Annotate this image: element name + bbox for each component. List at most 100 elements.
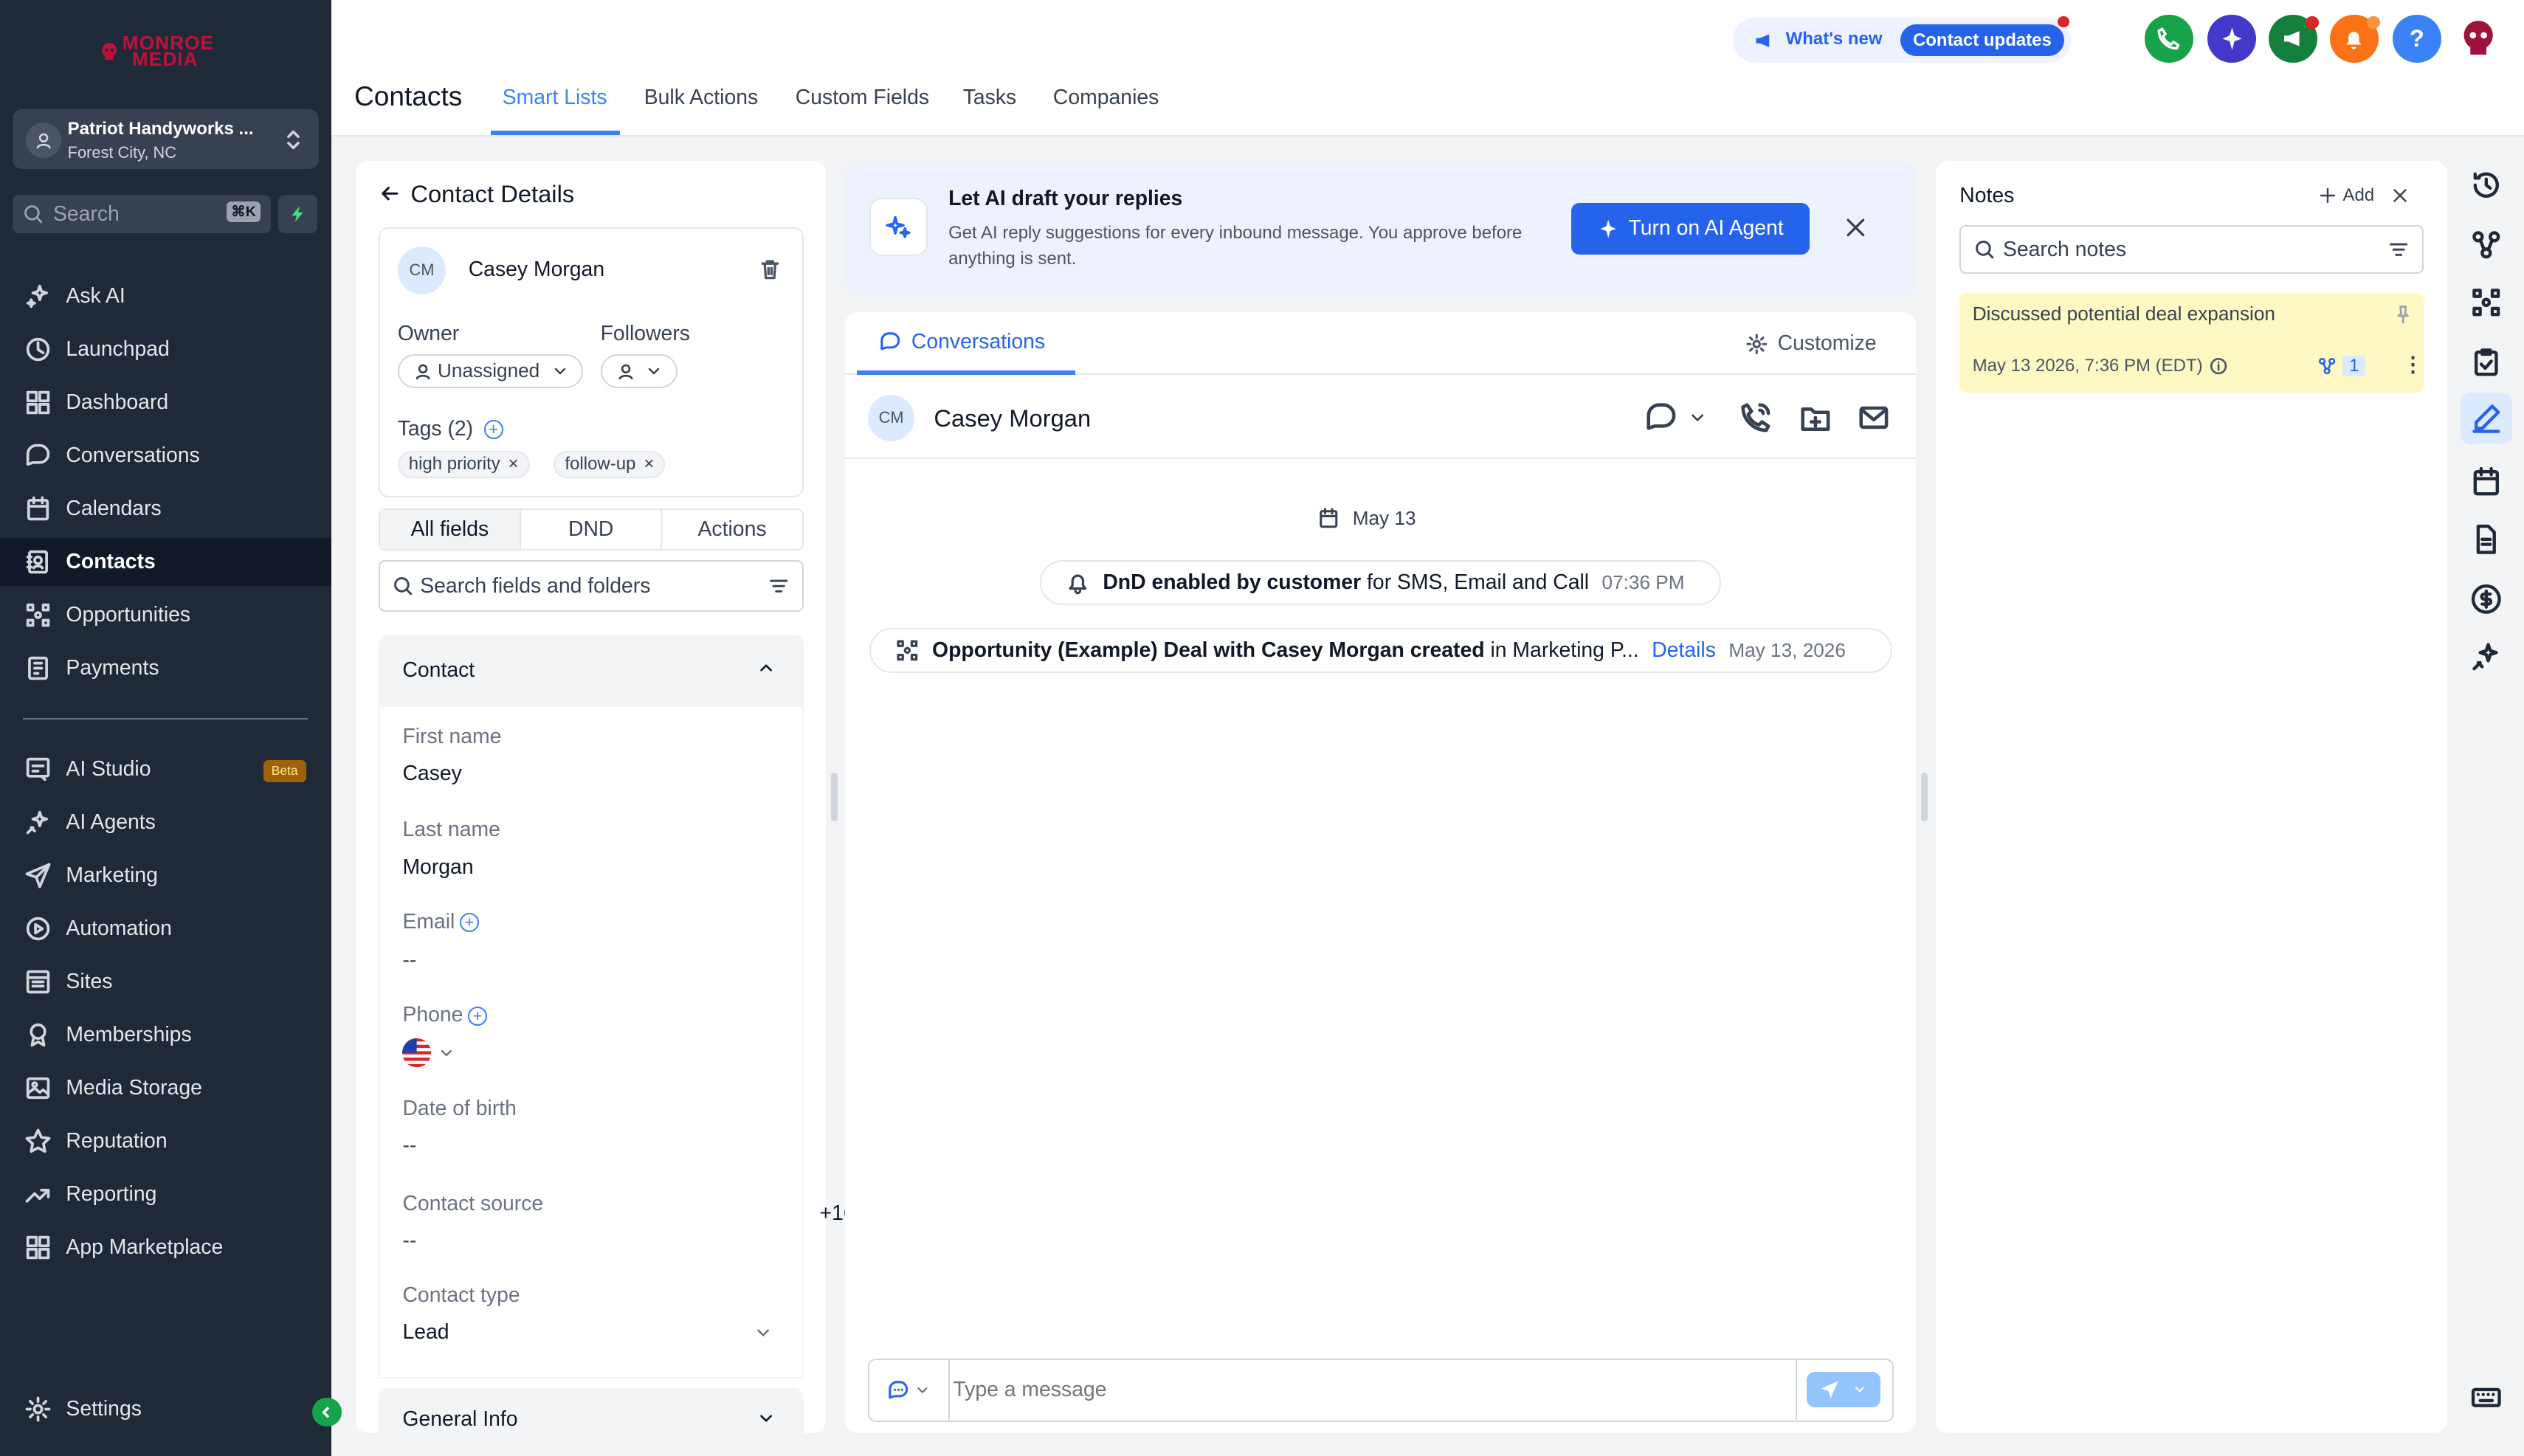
sidebar-item-app-marketplace[interactable]: App Marketplace bbox=[0, 1224, 331, 1272]
sidebar-item-payments[interactable]: Payments bbox=[0, 644, 331, 692]
resize-handle[interactable] bbox=[1920, 773, 1928, 821]
composer-channel-select[interactable] bbox=[869, 1360, 951, 1421]
tab-companies[interactable]: Companies bbox=[1053, 86, 1159, 110]
email-icon[interactable] bbox=[1857, 401, 1891, 435]
dollar-icon[interactable] bbox=[2470, 583, 2503, 615]
resize-handle[interactable] bbox=[830, 773, 838, 821]
contact-details-panel: Contact Details CM Casey Morgan Owner Fo… bbox=[356, 161, 1123, 1433]
collapse-sidebar-button[interactable] bbox=[312, 1397, 342, 1427]
call-icon[interactable] bbox=[1739, 401, 1773, 435]
filter-icon[interactable] bbox=[2388, 239, 2409, 260]
help-button[interactable]: ? bbox=[2393, 14, 2441, 63]
last-name-value[interactable]: Morgan bbox=[402, 855, 473, 880]
phone-button[interactable] bbox=[2145, 14, 2193, 63]
note-card[interactable]: Discussed potential deal expansion May 1… bbox=[1959, 293, 2424, 393]
more-options-icon[interactable]: ⋮ bbox=[2402, 354, 2423, 375]
sidebar-item-reputation[interactable]: Reputation bbox=[0, 1117, 331, 1165]
owner-label: Owner bbox=[397, 322, 460, 346]
contact-section-header[interactable]: Contact bbox=[378, 634, 804, 705]
tasks-icon[interactable] bbox=[2470, 346, 2503, 379]
workflow-icon[interactable] bbox=[2470, 229, 2503, 261]
brand-logo[interactable]: MONROE MEDIA bbox=[100, 33, 214, 69]
history-icon[interactable] bbox=[2470, 169, 2503, 201]
quick-action-button[interactable] bbox=[278, 194, 317, 234]
sidebar-item-opportunities[interactable]: Opportunities bbox=[0, 591, 331, 639]
opportunity-details-link[interactable]: Details bbox=[1652, 638, 1716, 663]
contact-updates-pill[interactable]: Contact updates bbox=[1900, 24, 2065, 57]
user-avatar[interactable] bbox=[2454, 14, 2503, 63]
sparkle-icon bbox=[2221, 27, 2242, 50]
sidebar-item-automation[interactable]: Automation bbox=[0, 905, 331, 953]
type-value[interactable]: Lead bbox=[402, 1320, 449, 1345]
ai-agents-icon[interactable] bbox=[2470, 641, 2503, 673]
chat-icon bbox=[26, 444, 49, 466]
opportunities-icon[interactable] bbox=[2470, 286, 2503, 319]
trash-icon[interactable] bbox=[758, 258, 782, 282]
filter-icon[interactable] bbox=[768, 576, 789, 596]
tab-smart-lists[interactable]: Smart Lists bbox=[503, 86, 607, 110]
calendar-icon[interactable] bbox=[2470, 466, 2503, 498]
folder-add-icon[interactable] bbox=[1799, 401, 1832, 435]
sidebar-item-marketing[interactable]: Marketing bbox=[0, 852, 331, 900]
sidebar-item-contacts[interactable]: Contacts bbox=[0, 537, 332, 587]
keyboard-icon[interactable] bbox=[2470, 1381, 2503, 1414]
sidebar-item-label: Calendars bbox=[66, 496, 162, 520]
sidebar-item-ai-studio[interactable]: AI Studio Beta bbox=[0, 745, 331, 793]
tab-bulk-actions[interactable]: Bulk Actions bbox=[644, 86, 758, 110]
sidebar-item-reporting[interactable]: Reporting bbox=[0, 1170, 331, 1218]
remove-tag-icon[interactable]: × bbox=[644, 454, 654, 475]
sidebar-item-dashboard[interactable]: Dashboard bbox=[0, 379, 331, 427]
tab-custom-fields[interactable]: Custom Fields bbox=[796, 86, 929, 110]
chevron-down-icon[interactable] bbox=[754, 1323, 773, 1342]
email-value[interactable]: -- bbox=[402, 948, 416, 973]
document-icon[interactable] bbox=[2470, 523, 2503, 556]
send-button[interactable] bbox=[1806, 1371, 1881, 1407]
customize-button[interactable]: Customize bbox=[1745, 331, 1877, 356]
remove-tag-icon[interactable]: × bbox=[508, 454, 519, 475]
sidebar-item-conversations[interactable]: Conversations bbox=[0, 432, 331, 480]
close-icon[interactable] bbox=[1844, 215, 1868, 240]
tab-tasks[interactable]: Tasks bbox=[963, 86, 1017, 110]
sidebar-item-memberships[interactable]: Memberships bbox=[0, 1011, 331, 1059]
segment-all-fields[interactable]: All fields bbox=[379, 510, 520, 550]
segment-actions[interactable]: Actions bbox=[662, 510, 801, 549]
add-tag-icon[interactable]: + bbox=[483, 420, 503, 440]
message-input[interactable] bbox=[953, 1367, 1790, 1414]
sidebar-item-ai-agents[interactable]: AI Agents bbox=[0, 798, 331, 846]
segment-dnd[interactable]: DND bbox=[520, 510, 663, 550]
first-name-value[interactable]: Casey bbox=[402, 762, 461, 786]
owner-select[interactable]: Unassigned bbox=[397, 353, 583, 388]
whats-new-banner[interactable]: What's new Contact updates bbox=[1732, 15, 2071, 63]
pin-icon[interactable] bbox=[2393, 304, 2413, 325]
turn-on-ai-agent-button[interactable]: Turn on AI Agent bbox=[1571, 202, 1810, 255]
notes-search-input[interactable]: Search notes bbox=[1959, 225, 2424, 274]
automation-icon bbox=[26, 917, 50, 941]
tab-conversations[interactable]: Conversations bbox=[879, 330, 1045, 354]
account-switcher[interactable]: Patriot Handyworks ... Forest City, NC bbox=[13, 109, 319, 170]
dob-value[interactable]: -- bbox=[402, 1134, 416, 1158]
sidebar-item-ask-ai[interactable]: Ask AI bbox=[0, 272, 331, 320]
sidebar-search[interactable]: Search ⌘K bbox=[13, 194, 271, 234]
add-phone-icon[interactable]: + bbox=[467, 1006, 488, 1026]
sidebar-item-calendars[interactable]: Calendars bbox=[0, 485, 331, 533]
sidebar-item-launchpad[interactable]: Launchpad bbox=[0, 325, 331, 373]
sidebar-item-media-storage[interactable]: Media Storage bbox=[0, 1064, 331, 1112]
source-value[interactable]: -- bbox=[402, 1229, 416, 1253]
back-arrow-icon[interactable] bbox=[379, 182, 401, 205]
tag-chip[interactable]: follow-up × bbox=[554, 450, 666, 478]
sidebar-item-sites[interactable]: Sites bbox=[0, 958, 331, 1006]
note-relations[interactable]: 1 bbox=[2317, 356, 2366, 377]
close-icon[interactable] bbox=[2391, 187, 2409, 204]
ai-assistant-button[interactable] bbox=[2207, 14, 2256, 63]
followers-select[interactable] bbox=[600, 353, 678, 388]
add-email-icon[interactable]: + bbox=[459, 913, 480, 933]
sidebar-item-settings[interactable]: Settings bbox=[0, 1384, 331, 1432]
field-search-input[interactable]: Search fields and folders bbox=[378, 560, 804, 613]
notes-rail-active[interactable] bbox=[2460, 393, 2512, 445]
general-info-section[interactable]: General Info bbox=[378, 1387, 804, 1433]
country-select[interactable] bbox=[402, 1038, 455, 1068]
channel-select[interactable] bbox=[1644, 401, 1707, 435]
add-note-button[interactable]: Add bbox=[2319, 185, 2374, 206]
tag-chip[interactable]: high priority × bbox=[397, 450, 530, 478]
sidebar-item-label: Opportunities bbox=[66, 602, 191, 627]
